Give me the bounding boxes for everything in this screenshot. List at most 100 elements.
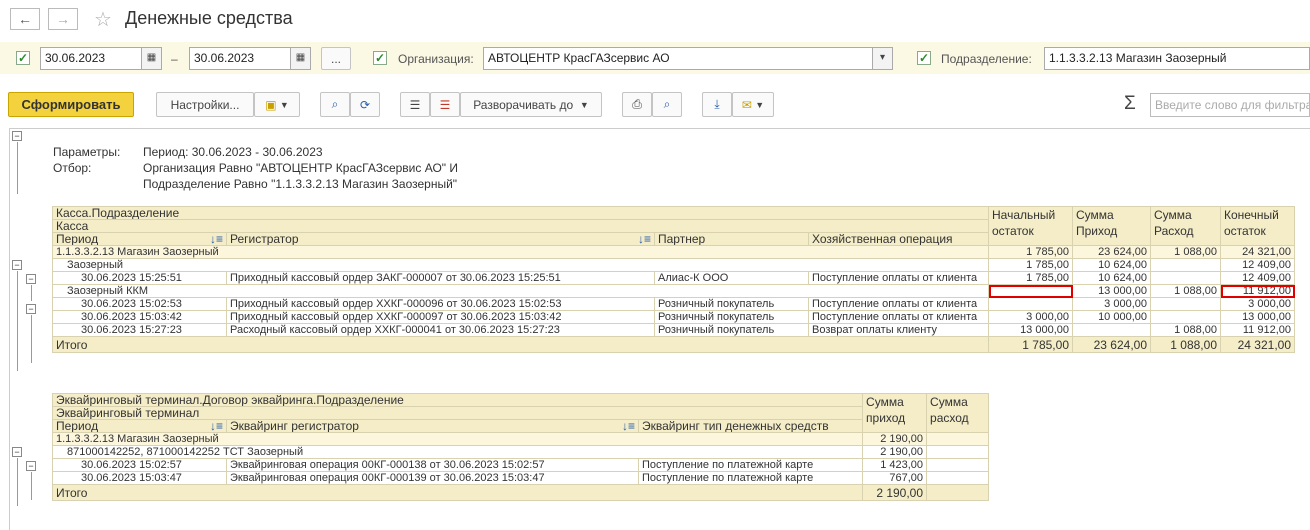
cell[interactable]: 3 000,00 (1072, 297, 1151, 311)
cell[interactable]: Розничный покупатель (654, 310, 809, 324)
cell[interactable]: 767,00 (862, 471, 928, 485)
cell[interactable]: 1 088,00 (1150, 284, 1221, 298)
cell[interactable]: 10 000,00 (1072, 310, 1151, 324)
org-checkbox[interactable]: ✓ (373, 51, 387, 65)
header-period[interactable]: Период ↓≡ (52, 232, 227, 246)
date-from-field[interactable]: 30.06.2023 (40, 47, 142, 70)
cell[interactable]: 1 785,00 (988, 271, 1073, 285)
cell[interactable]: 2 190,00 (862, 445, 928, 459)
group-cashbox[interactable]: Заозерный (52, 258, 989, 272)
group-collapse-toggle[interactable]: − (26, 461, 36, 471)
find-next-button[interactable]: ⟳ (350, 92, 380, 117)
cell[interactable] (926, 432, 990, 446)
settings-button[interactable]: Настройки... (156, 92, 254, 117)
total-cell[interactable]: 2 190,00 (862, 484, 928, 501)
cell[interactable] (926, 458, 990, 472)
search-input[interactable]: Введите слово для фильтра (1150, 93, 1310, 117)
dept-checkbox[interactable]: ✓ (917, 51, 931, 65)
total-cell[interactable]: 1 088,00 (1150, 336, 1221, 353)
cell[interactable]: Приходный кассовый ордер ХХКГ-000097 от … (226, 310, 655, 324)
send-mail-button[interactable]: ✉ ▼ (732, 92, 774, 117)
cell[interactable]: 13 000,00 (1072, 284, 1151, 298)
group-collapse-toggle[interactable]: − (26, 274, 36, 284)
favorite-star-icon[interactable]: ☆ (94, 7, 112, 32)
header-registrar[interactable]: Регистратор ↓≡ (226, 232, 655, 246)
group-collapse-toggle[interactable]: − (12, 447, 22, 457)
cell[interactable]: 30.06.2023 15:27:23 (52, 323, 227, 337)
cell[interactable]: 12 409,00 (1220, 271, 1295, 285)
period-select-button[interactable]: ... (321, 47, 351, 70)
cell[interactable] (1150, 258, 1221, 272)
preview-button[interactable]: ⌕ (652, 92, 682, 117)
cell[interactable]: Поступление оплаты от клиента (808, 271, 989, 285)
cell[interactable]: 1 785,00 (988, 258, 1073, 272)
header-operation[interactable]: Хозяйственная операция (808, 232, 989, 246)
cell[interactable] (926, 445, 990, 459)
period-checkbox[interactable]: ✓ (16, 51, 30, 65)
cell[interactable]: 12 409,00 (1220, 258, 1295, 272)
highlighted-cell[interactable] (988, 284, 1073, 298)
cell[interactable]: 30.06.2023 15:02:57 (52, 458, 227, 472)
cell[interactable]: 3 000,00 (1220, 297, 1295, 311)
cell[interactable]: 3 000,00 (988, 310, 1073, 324)
header-period[interactable]: Период ↓≡ (52, 419, 227, 433)
cell[interactable]: 24 321,00 (1220, 245, 1295, 259)
cell[interactable] (1150, 297, 1221, 311)
cell[interactable]: 10 624,00 (1072, 271, 1151, 285)
expand-to-button[interactable]: Разворачивать до ▼ (460, 92, 602, 117)
cell[interactable]: 30.06.2023 15:03:47 (52, 471, 227, 485)
group-dept[interactable]: 1.1.3.3.2.13 Магазин Заозерный (52, 245, 989, 259)
highlighted-cell[interactable]: 11 912,00 (1220, 284, 1295, 298)
cell[interactable]: 2 190,00 (862, 432, 928, 446)
header-acq-registrar[interactable]: Эквайринг регистратор ↓≡ (226, 419, 639, 433)
dept-field[interactable]: 1.1.3.3.2.13 Магазин Заозерный (1044, 47, 1310, 70)
params-collapse-toggle[interactable]: − (12, 131, 22, 141)
group-dept[interactable]: 1.1.3.3.2.13 Магазин Заозерный (51, 432, 864, 446)
header-acq-type[interactable]: Эквайринг тип денежных средств (637, 419, 864, 433)
cell[interactable]: 30.06.2023 15:03:42 (52, 310, 227, 324)
cell[interactable]: Расходный кассовый ордер ХХКГ-000041 от … (226, 323, 655, 337)
cell[interactable]: 30.06.2023 15:25:51 (52, 271, 227, 285)
cell[interactable]: Эквайринговая операция 00КГ-000139 от 30… (226, 471, 639, 485)
calendar-to-icon[interactable]: ▦ (290, 47, 311, 70)
collapse-groups-button[interactable]: ☰ (400, 92, 430, 117)
total-cell[interactable] (926, 484, 990, 501)
group-collapse-toggle[interactable]: − (12, 260, 22, 270)
cell[interactable]: 13 000,00 (1220, 310, 1295, 324)
cell[interactable]: Поступление оплаты от клиента (808, 297, 989, 311)
cell[interactable] (988, 297, 1073, 311)
group-collapse-toggle[interactable]: − (26, 304, 36, 314)
cell[interactable]: Поступление оплаты от клиента (808, 310, 989, 324)
back-button[interactable]: ← (10, 8, 40, 30)
header-partner[interactable]: Партнер (654, 232, 809, 246)
cell[interactable]: 11 912,00 (1220, 323, 1295, 337)
expand-groups-button[interactable]: ☰ (430, 92, 460, 117)
cell[interactable]: 1 088,00 (1150, 245, 1221, 259)
cell[interactable]: 30.06.2023 15:02:53 (52, 297, 227, 311)
cell[interactable]: Поступление по платежной карте (637, 471, 864, 485)
cell[interactable]: 23 624,00 (1072, 245, 1151, 259)
total-cell[interactable]: 1 785,00 (988, 336, 1073, 353)
cell[interactable]: Алиас-К ООО (654, 271, 809, 285)
cell[interactable]: Поступление по платежной карте (637, 458, 864, 472)
variants-dropdown-button[interactable]: ▣ ▼ (254, 92, 300, 117)
find-button[interactable]: ⌕ (320, 92, 350, 117)
total-cell[interactable]: 24 321,00 (1220, 336, 1295, 353)
cell[interactable]: 1 785,00 (988, 245, 1073, 259)
forward-button[interactable]: → (48, 8, 78, 30)
save-button[interactable]: ⤓ (702, 92, 732, 117)
org-field[interactable]: АВТОЦЕНТР КрасГАЗсервис АО (483, 47, 873, 70)
total-cell[interactable]: 23 624,00 (1072, 336, 1151, 353)
cell[interactable]: 1 423,00 (862, 458, 928, 472)
group-terminal[interactable]: 871000142252, 871000142252 ТСТ Заозерный (51, 445, 864, 459)
generate-button[interactable]: Сформировать (8, 92, 134, 117)
org-dropdown-icon[interactable]: ▾ (872, 47, 893, 70)
cell[interactable]: 10 624,00 (1072, 258, 1151, 272)
cell[interactable]: Розничный покупатель (654, 323, 809, 337)
cell[interactable] (1072, 323, 1151, 337)
cell[interactable]: Возврат оплаты клиенту (808, 323, 989, 337)
print-button[interactable]: ⎙ (622, 92, 652, 117)
cell[interactable] (926, 471, 990, 485)
cell[interactable] (1150, 271, 1221, 285)
sum-icon[interactable]: Σ (1124, 93, 1136, 115)
